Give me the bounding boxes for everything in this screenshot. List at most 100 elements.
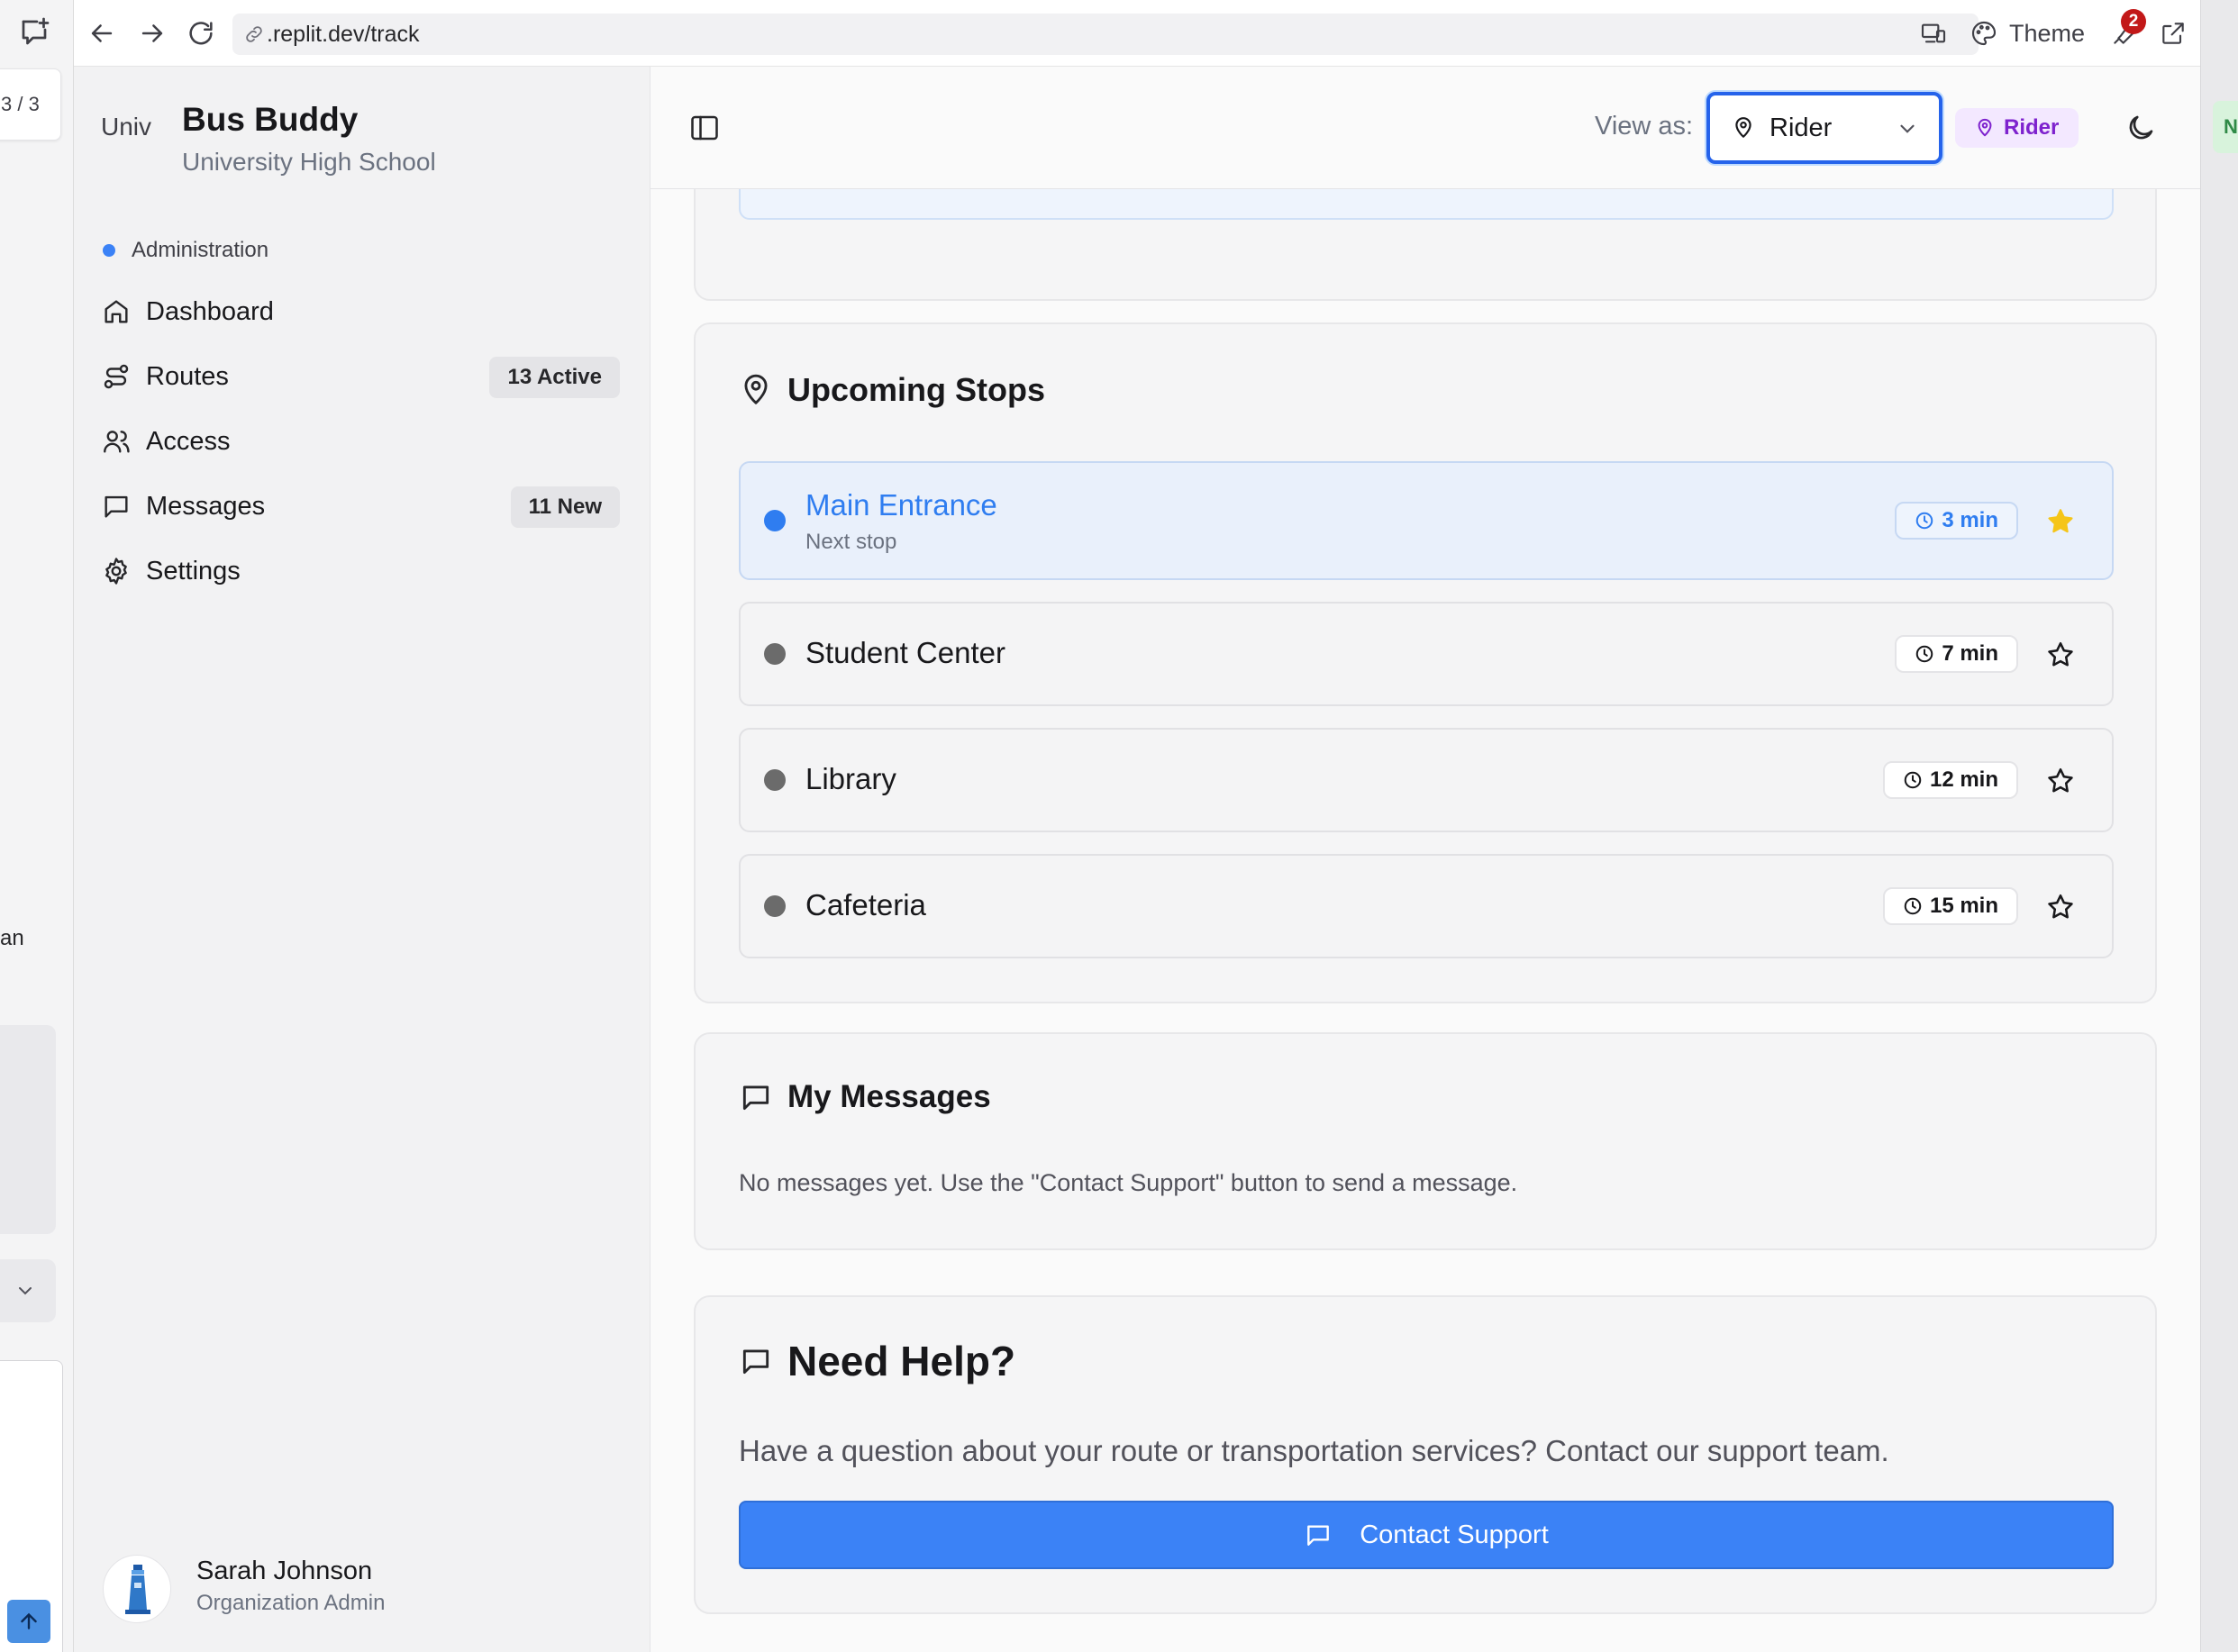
- message-icon: [101, 491, 132, 522]
- stop-name: Cafeteria: [805, 888, 926, 921]
- section-label-text: Administration: [132, 238, 269, 262]
- clock-icon: [1903, 896, 1923, 916]
- need-help-card: Need Help? Have a question about your ro…: [694, 1295, 2157, 1614]
- user-role: Organization Admin: [196, 1591, 386, 1615]
- role-badge: Rider: [1955, 108, 2079, 148]
- stop-name: Library: [805, 762, 896, 795]
- devices-icon[interactable]: [1919, 13, 1948, 54]
- eta-text: 15 min: [1929, 894, 1998, 918]
- messages-count-badge: 11 New: [510, 486, 620, 528]
- app-sidebar: Univ Bus Buddy University High School Ad…: [74, 67, 650, 1652]
- empty-messages-text: No messages yet. Use the "Contact Suppor…: [739, 1169, 1518, 1196]
- sidebar-item-dashboard[interactable]: Dashboard: [101, 285, 620, 339]
- sidebar-item-messages[interactable]: Messages 11 New: [101, 479, 620, 533]
- page-counter: 3 / 3: [0, 68, 61, 141]
- stop-item-library[interactable]: Library 12 min: [739, 728, 2114, 832]
- right-side-strip: [2200, 0, 2238, 1652]
- upcoming-stops-header: Upcoming Stops: [739, 371, 1045, 409]
- gear-icon: [101, 556, 132, 586]
- star-filled-icon[interactable]: [2045, 506, 2076, 537]
- routes-count-badge: 13 Active: [489, 357, 620, 398]
- help-description: Have a question about your route or tran…: [739, 1434, 1889, 1467]
- previous-card-panel: [739, 189, 2114, 220]
- sidebar-item-label: Routes: [146, 361, 229, 391]
- stop-name: Main Entrance: [805, 488, 997, 522]
- stop-subtitle: Next stop: [805, 530, 897, 554]
- organization-name: University High School: [182, 148, 436, 176]
- moon-icon[interactable]: [2124, 112, 2157, 144]
- truncated-text: an: [0, 926, 24, 950]
- scroll-up-button[interactable]: [7, 1600, 50, 1643]
- star-outline-icon[interactable]: [2045, 640, 2076, 670]
- eta-text: 3 min: [1942, 508, 1998, 532]
- previous-card: [694, 189, 2157, 301]
- clock-icon: [1915, 511, 1934, 531]
- collapsed-select[interactable]: [0, 1259, 56, 1322]
- eta-badge: 15 min: [1882, 887, 2018, 925]
- section-dot: [103, 244, 115, 257]
- arrow-up-icon: [17, 1610, 41, 1633]
- main-header: View as: Rider Rider: [650, 67, 2200, 189]
- sidebar-item-label: Dashboard: [146, 296, 274, 326]
- map-pin-icon: [1975, 118, 1995, 138]
- card-title: Upcoming Stops: [787, 371, 1045, 408]
- clock-icon: [1915, 644, 1934, 664]
- eta-text: 7 min: [1942, 641, 1998, 666]
- right-tag[interactable]: N: [2213, 101, 2238, 153]
- contact-support-label: Contact Support: [1360, 1520, 1549, 1549]
- sidebar-item-label: Settings: [146, 556, 241, 585]
- eta-badge: 7 min: [1895, 635, 2018, 673]
- card-title: My Messages: [787, 1079, 991, 1114]
- notification-badge: 2: [2121, 9, 2146, 34]
- avatar[interactable]: [103, 1555, 171, 1623]
- stop-status-dot: [764, 769, 786, 791]
- school-logo: Univ: [101, 113, 152, 141]
- role-select-value: Rider: [1769, 113, 1833, 142]
- sidebar-toggle-icon[interactable]: [688, 112, 721, 144]
- stop-status-dot: [764, 510, 786, 531]
- add-comment-icon[interactable]: [18, 16, 50, 49]
- sidebar-item-routes[interactable]: Routes 13 Active: [101, 349, 620, 404]
- eta-badge: 3 min: [1895, 502, 2018, 540]
- outer-side-strip: 3 / 3 an: [0, 0, 74, 1652]
- stop-item-cafeteria[interactable]: Cafeteria 15 min: [739, 854, 2114, 958]
- message-icon: [1304, 1520, 1333, 1549]
- back-arrow-icon[interactable]: [86, 18, 117, 49]
- role-select[interactable]: Rider: [1706, 92, 1942, 164]
- sidebar-item-settings[interactable]: Settings: [101, 544, 620, 598]
- eta-text: 12 min: [1929, 767, 1998, 792]
- sidebar-item-access[interactable]: Access: [101, 414, 620, 468]
- stop-item-main-entrance[interactable]: Main Entrance Next stop 3 min: [739, 461, 2114, 580]
- star-outline-icon[interactable]: [2045, 892, 2076, 922]
- clock-icon: [1903, 770, 1923, 790]
- contact-support-button[interactable]: Contact Support: [739, 1501, 2114, 1569]
- message-icon: [739, 1080, 773, 1114]
- url-bar[interactable]: .replit.dev/track: [232, 14, 1979, 55]
- stop-name: Student Center: [805, 636, 1005, 669]
- lighthouse-avatar-icon: [125, 1565, 150, 1614]
- stop-status-dot: [764, 643, 786, 665]
- need-help-header: Need Help?: [739, 1337, 1015, 1385]
- external-link-icon[interactable]: [2159, 13, 2188, 54]
- reload-icon[interactable]: [186, 18, 216, 49]
- route-icon: [101, 361, 132, 392]
- stop-item-student-center[interactable]: Student Center 7 min: [739, 602, 2114, 706]
- user-name: Sarah Johnson: [196, 1557, 373, 1585]
- role-badge-label: Rider: [2004, 115, 2060, 140]
- eta-badge: 12 min: [1882, 761, 2018, 799]
- users-icon: [101, 426, 132, 457]
- url-host: .replit.dev: [267, 21, 365, 47]
- theme-label: Theme: [2009, 19, 2086, 47]
- browser-toolbar: .replit.dev/track Theme 2: [74, 0, 2200, 67]
- upcoming-stops-card: Upcoming Stops Main Entrance Next stop 3…: [694, 322, 2157, 1003]
- chevron-down-icon: [1896, 117, 1919, 141]
- link-icon: [243, 23, 265, 45]
- view-as-label: View as:: [1595, 112, 1694, 141]
- side-panel: [0, 1025, 56, 1234]
- my-messages-header: My Messages: [739, 1079, 991, 1115]
- map-pin-icon: [1732, 116, 1755, 140]
- theme-button[interactable]: Theme: [1970, 13, 2085, 54]
- forward-arrow-icon[interactable]: [137, 18, 168, 49]
- star-outline-icon[interactable]: [2045, 766, 2076, 796]
- url-path: /track: [364, 21, 420, 47]
